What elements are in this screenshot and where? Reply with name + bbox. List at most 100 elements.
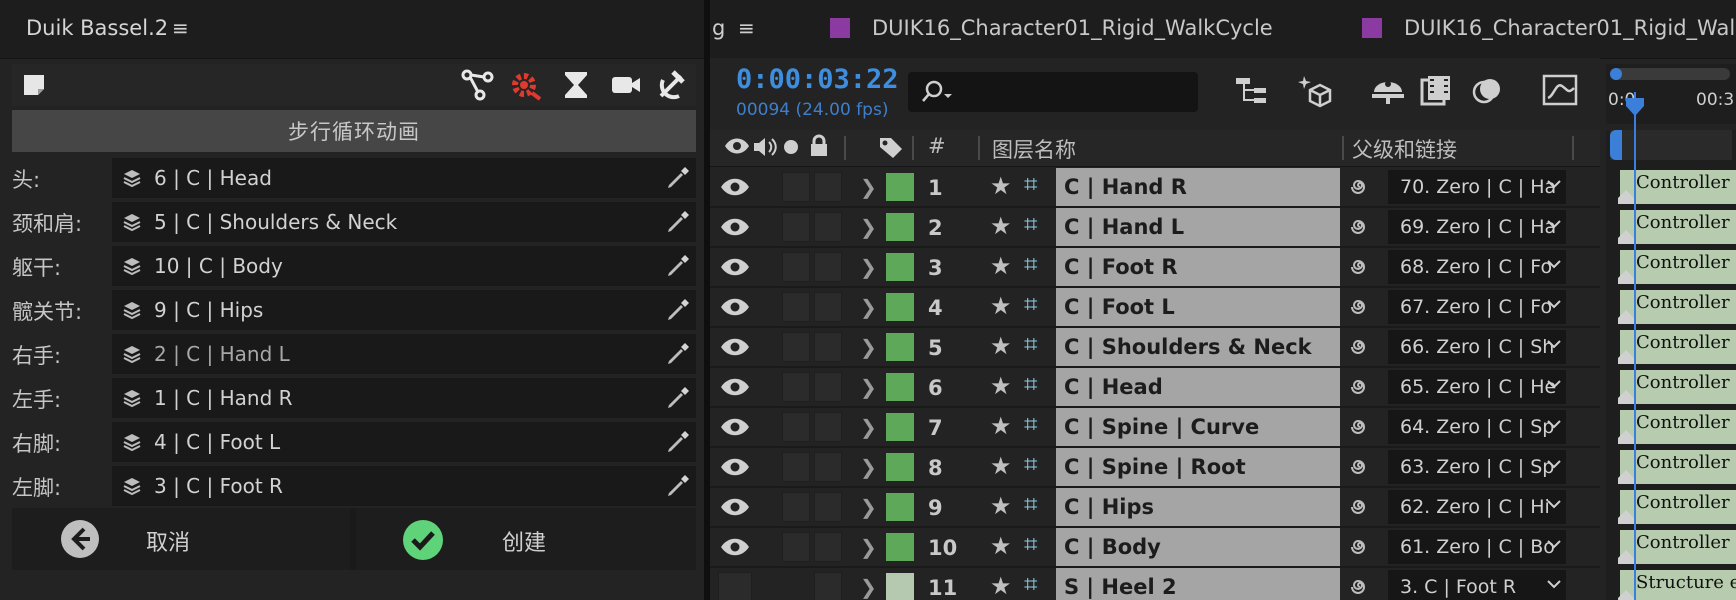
expand-chevron-icon[interactable]: ❯ [860,415,877,439]
layer-row[interactable]: ❯ 5 ★ ⌗ C | Shoulders & Neck 66. Zero | C | S… [710,328,1600,368]
graph-editor-icon[interactable] [1540,70,1584,114]
layer-row[interactable]: ❯ 4 ★ ⌗ C | Foot L 67. Zero | C | Fo [710,288,1600,328]
label-color-swatch[interactable] [886,173,914,201]
parent-dropdown[interactable]: 67. Zero | C | Fo [1388,290,1566,324]
cancel-button[interactable]: 取消 [12,508,350,570]
eyedropper-icon[interactable] [664,340,692,368]
layer-name-field[interactable]: C | Body [1056,528,1340,566]
expand-chevron-icon[interactable]: ❯ [860,455,877,479]
tab-composition-walkcycle-2[interactable]: DUIK16_Character01_Rigid_Walk( [1362,14,1736,44]
layer-name-field[interactable]: C | Shoulders & Neck [1056,328,1340,366]
layer-row[interactable]: ❯ 7 ★ ⌗ C | Spine | Curve 64. Zero | C | Sp [710,408,1600,448]
eyedropper-icon[interactable] [664,164,692,192]
work-area-bar[interactable] [1610,68,1730,80]
label-color-swatch[interactable] [886,533,914,561]
layer-duration-bar[interactable]: Controller [1618,330,1736,366]
layer-name-field[interactable]: C | Hand L [1056,208,1340,246]
current-timecode[interactable]: 0:00:03:22 [736,64,899,95]
column-separator[interactable] [912,136,914,160]
eyedropper-icon[interactable] [664,472,692,500]
frame-blending-icon[interactable] [1416,70,1460,114]
layer-duration-bar[interactable]: Controller [1618,450,1736,486]
layer-row[interactable]: ❯ 8 ★ ⌗ C | Spine | Root 63. Zero | C | Sp [710,448,1600,488]
eye-icon[interactable] [718,172,750,202]
layer-row[interactable]: ❯ 6 ★ ⌗ C | Head 65. Zero | C | He [710,368,1600,408]
lock-toggle[interactable] [814,292,842,322]
expand-chevron-icon[interactable]: ❯ [860,375,877,399]
pick-whip-icon[interactable] [1346,328,1376,366]
parent-dropdown[interactable]: 61. Zero | C | Bo [1388,530,1566,564]
expand-chevron-icon[interactable]: ❯ [860,535,877,559]
layer-duration-bar[interactable]: Controller [1618,370,1736,406]
layer-name-field[interactable]: C | Foot R [1056,248,1340,286]
field-left-hand[interactable]: 1 | C | Hand R [112,378,696,418]
audio-icon[interactable] [752,136,778,162]
audio-toggle[interactable] [782,332,810,362]
label-color-swatch[interactable] [886,373,914,401]
tab-edge-label[interactable]: g [712,16,725,40]
column-header-layer-name[interactable]: 图层名称 [992,134,1076,164]
column-separator[interactable] [1572,136,1574,160]
eye-icon[interactable] [718,252,750,282]
lock-icon[interactable] [808,134,830,162]
field-left-foot[interactable]: 3 | C | Foot R [112,466,696,506]
hourglass-icon[interactable] [556,66,596,104]
layer-duration-bar[interactable]: Controller [1618,170,1736,206]
expand-chevron-icon[interactable]: ❯ [860,295,877,319]
pick-whip-icon[interactable] [1346,448,1376,486]
shy-layers-icon[interactable] [1368,70,1412,114]
expand-chevron-icon[interactable]: ❯ [860,215,877,239]
pick-whip-icon[interactable] [1346,168,1376,206]
column-separator[interactable] [844,136,846,160]
lock-toggle[interactable] [814,372,842,402]
lock-toggle[interactable] [814,172,842,202]
pick-whip-icon[interactable] [1346,488,1376,526]
layer-row[interactable]: ❯ 1 ★ ⌗ C | Hand R 70. Zero | C | Ha [710,168,1600,208]
solo-icon[interactable] [784,140,798,154]
eyedropper-icon[interactable] [664,296,692,324]
audio-toggle[interactable] [782,532,810,562]
playhead-line[interactable] [1634,92,1636,600]
label-tag-icon[interactable] [878,136,904,164]
label-color-swatch[interactable] [886,253,914,281]
column-separator[interactable] [978,136,980,160]
lock-toggle[interactable] [814,252,842,282]
visibility-toggle-empty[interactable] [718,572,752,600]
layer-row[interactable]: ❯ 10 ★ ⌗ C | Body 61. Zero | C | Bo [710,528,1600,568]
label-color-swatch[interactable] [886,293,914,321]
label-color-swatch[interactable] [886,413,914,441]
eye-icon[interactable] [718,292,750,322]
pick-whip-icon[interactable] [1346,288,1376,326]
layer-name-field[interactable]: C | Head [1056,368,1340,406]
audio-toggle[interactable] [782,492,810,522]
layer-row[interactable]: ❯ 11 ★ ⌗ S | Heel 2 3. C | Foot R [710,568,1600,600]
layer-duration-bar[interactable]: Controller [1618,210,1736,246]
hammer-sickle-icon[interactable] [652,66,692,104]
camera-icon[interactable] [606,66,646,104]
field-head[interactable]: 6 | C | Head [112,158,696,198]
draft-3d-icon[interactable] [1296,70,1340,114]
field-body[interactable]: 10 | C | Body [112,246,696,286]
lock-toggle[interactable] [814,332,842,362]
pick-whip-icon[interactable] [1346,528,1376,566]
label-color-swatch[interactable] [886,213,914,241]
field-neck-shoulders[interactable]: 5 | C | Shoulders & Neck [112,202,696,242]
label-color-swatch[interactable] [886,333,914,361]
eye-icon[interactable] [718,412,750,442]
eye-icon[interactable] [718,332,750,362]
layer-duration-bar[interactable]: Controller [1618,290,1736,326]
lock-toggle[interactable] [814,572,842,600]
expand-chevron-icon[interactable]: ❯ [860,575,877,599]
eyedropper-icon[interactable] [664,208,692,236]
parent-dropdown[interactable]: 70. Zero | C | Ha [1388,170,1566,204]
field-right-foot[interactable]: 4 | C | Foot L [112,422,696,462]
field-hips[interactable]: 9 | C | Hips [112,290,696,330]
pick-whip-icon[interactable] [1346,568,1376,600]
column-header-number[interactable]: # [928,134,946,158]
label-color-swatch[interactable] [886,493,914,521]
new-document-icon[interactable] [14,66,54,104]
eyedropper-icon[interactable] [664,384,692,412]
panel-menu-icon[interactable]: ≡ [738,16,755,40]
comp-flowchart-icon[interactable] [1232,70,1276,114]
eye-icon[interactable] [718,452,750,482]
